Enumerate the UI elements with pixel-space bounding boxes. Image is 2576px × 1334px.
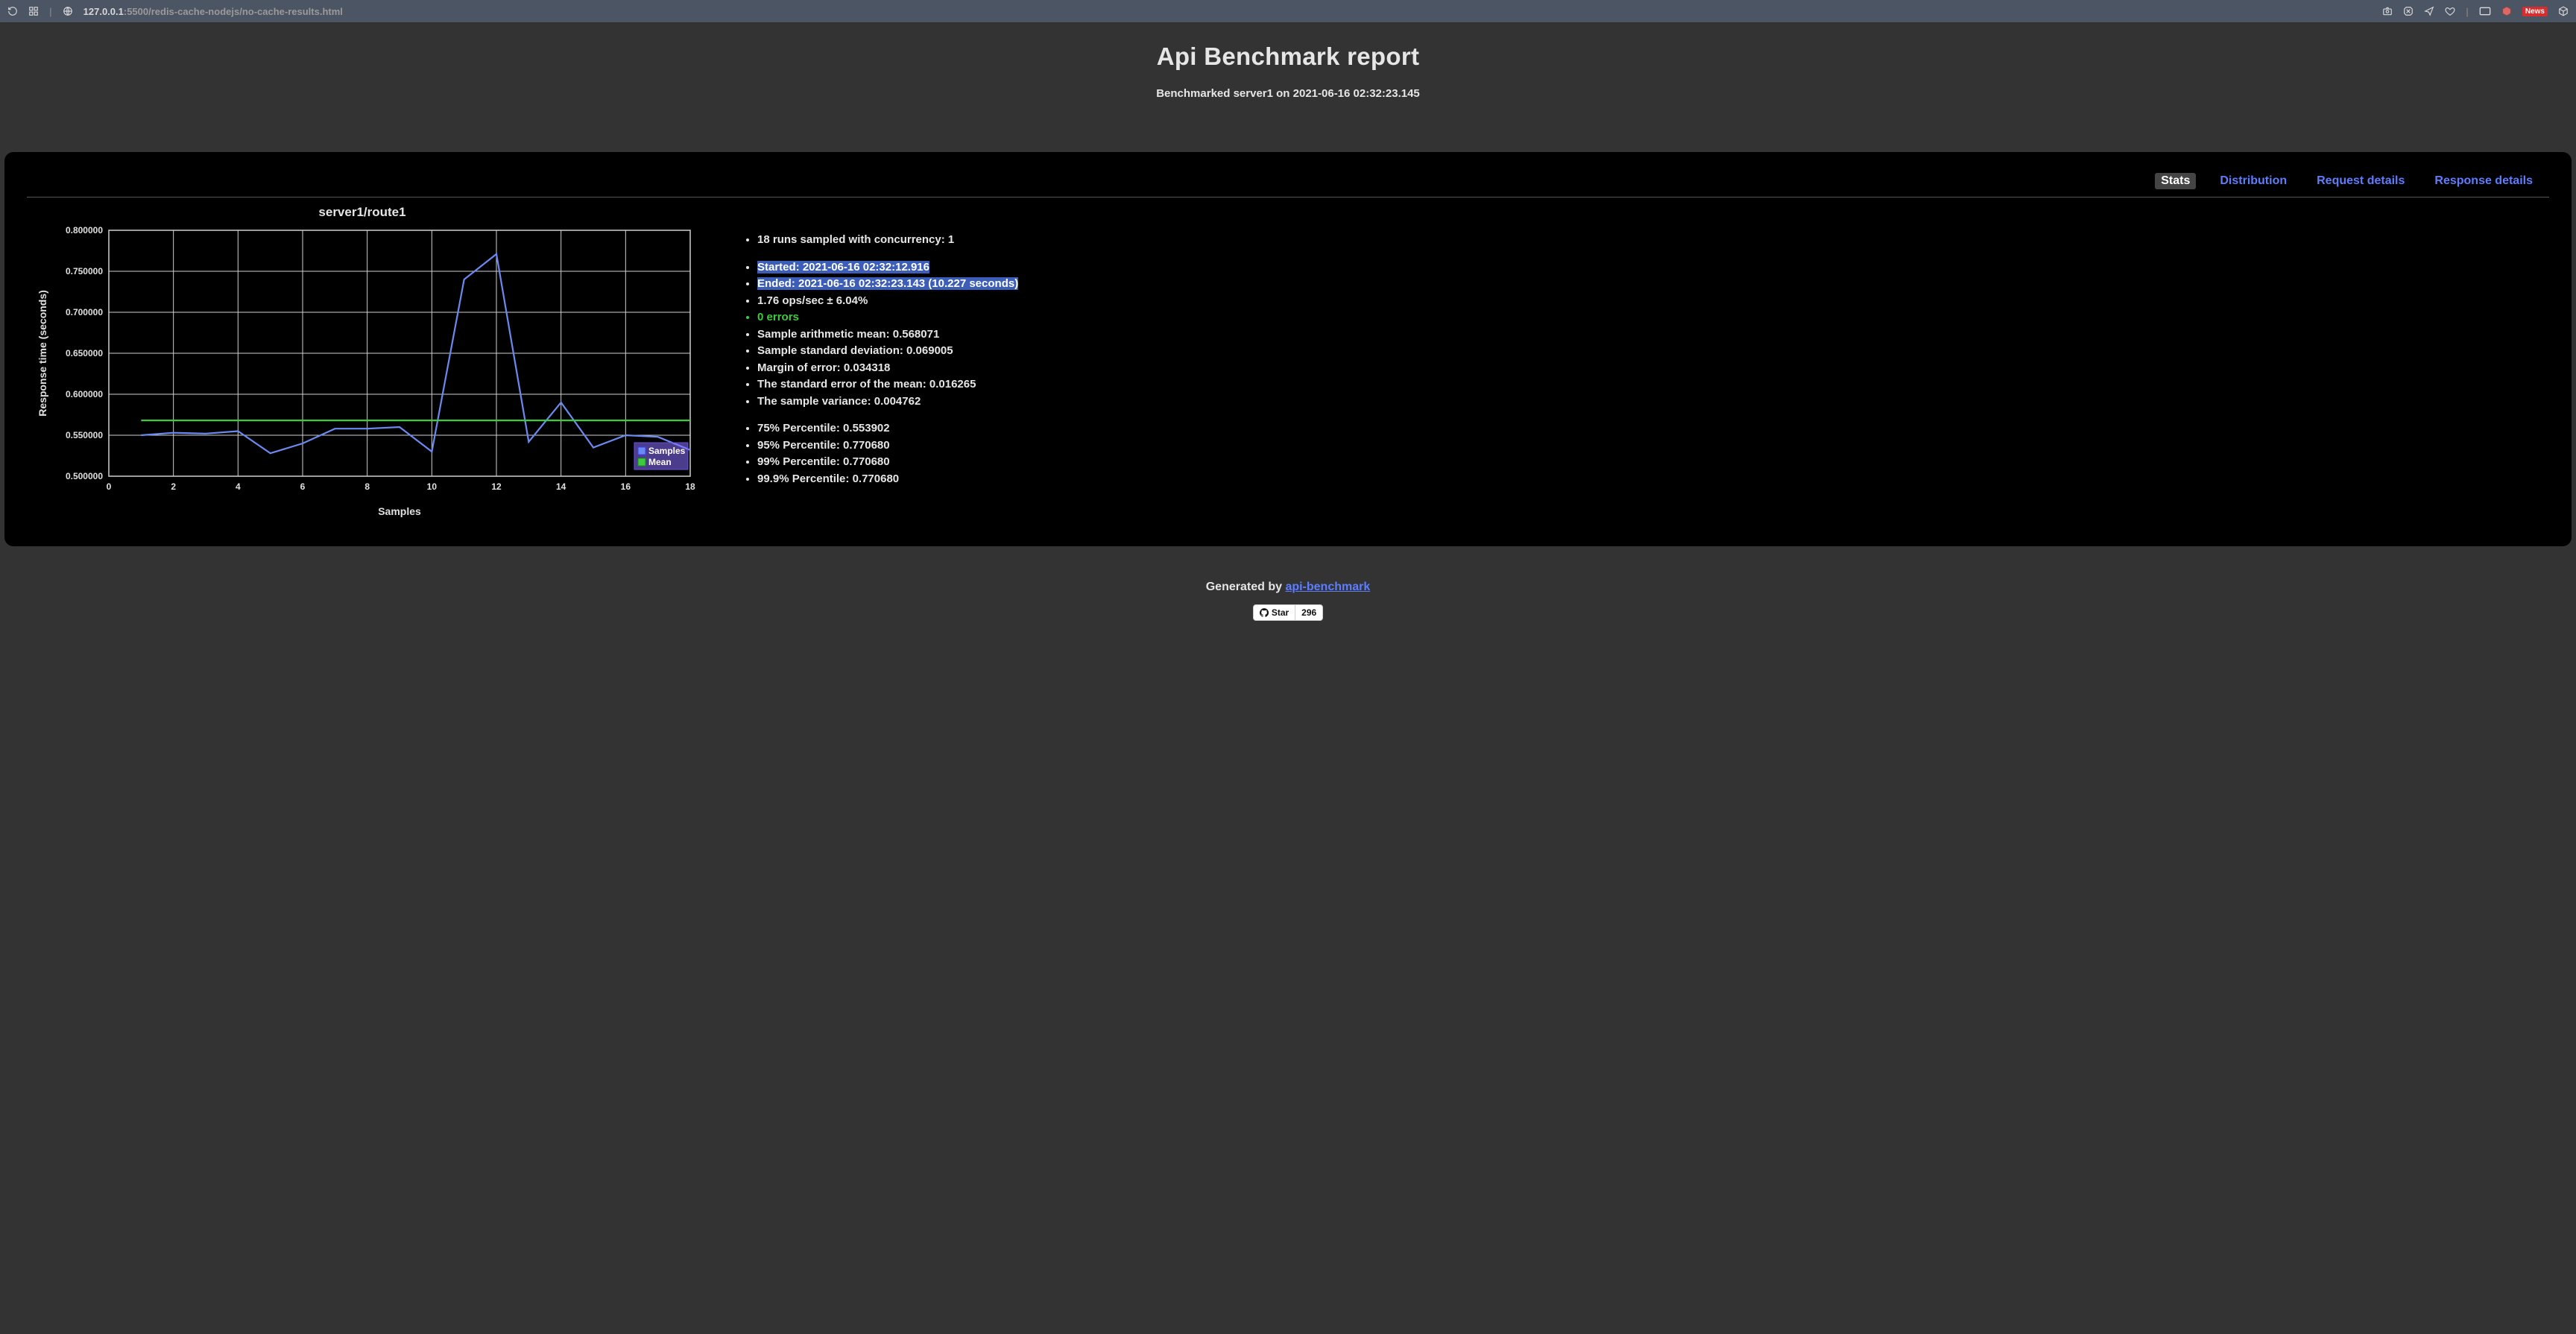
heart-icon[interactable] <box>2445 6 2455 16</box>
block-icon[interactable] <box>2403 6 2414 16</box>
stat-var: The sample variance: 0.004762 <box>757 393 2549 411</box>
stat-p75: 75% Percentile: 0.553902 <box>757 420 2549 437</box>
svg-text:16: 16 <box>621 481 631 492</box>
stats-list-percentiles: 75% Percentile: 0.553902 95% Percentile:… <box>727 420 2549 487</box>
footer-link[interactable]: api-benchmark <box>1285 581 1370 593</box>
address-bar[interactable]: 127.0.0.1:5500/redis-cache-nodejs/no-cac… <box>83 6 343 17</box>
tab-response-details[interactable]: Response details <box>2428 173 2539 189</box>
page-header: Api Benchmark report Benchmarked server1… <box>0 23 2576 107</box>
stat-moe: Margin of error: 0.034318 <box>757 360 2549 377</box>
grid-icon[interactable] <box>28 6 39 16</box>
line-chart: 0 2 4 6 8 10 12 14 16 18 0.500000 0.550000 0.600000 0… <box>27 223 698 528</box>
tab-request-details[interactable]: Request details <box>2311 173 2411 189</box>
browser-toolbar: | 127.0.0.1:5500/redis-cache-nodejs/no-c… <box>0 0 2576 23</box>
svg-text:0.750000: 0.750000 <box>66 266 103 276</box>
github-star-count[interactable]: 296 <box>1295 605 1322 620</box>
github-icon <box>1260 608 1269 617</box>
stat-errors: 0 errors <box>757 309 2549 326</box>
svg-text:0.600000: 0.600000 <box>66 389 103 399</box>
camera-icon[interactable] <box>2382 6 2393 16</box>
page-title: Api Benchmark report <box>0 42 2576 71</box>
svg-text:14: 14 <box>556 481 566 492</box>
stat-ops: 1.76 ops/sec ± 6.04% <box>757 293 2549 310</box>
svg-text:18: 18 <box>685 481 695 492</box>
stats-column: 18 runs sampled with concurrency: 1 Star… <box>727 203 2549 528</box>
tab-distribution[interactable]: Distribution <box>2214 173 2293 189</box>
globe-icon[interactable] <box>63 6 73 16</box>
svg-text:0.800000: 0.800000 <box>66 225 103 235</box>
svg-text:Response time (seconds): Response time (seconds) <box>37 290 48 417</box>
stat-p999: 99.9% Percentile: 0.770680 <box>757 471 2549 488</box>
stat-std: Sample standard deviation: 0.069005 <box>757 343 2549 360</box>
svg-text:12: 12 <box>491 481 502 492</box>
separator: | <box>2466 6 2469 17</box>
url-path: :5500/redis-cache-nodejs/no-cache-result… <box>124 6 343 17</box>
chart-container: server1/route1 0 2 4 6 8 10 12 14 16 18 0.500000 0.… <box>27 203 698 528</box>
svg-text:8: 8 <box>364 481 370 492</box>
svg-text:Mean: Mean <box>648 457 672 467</box>
cube-icon[interactable] <box>2558 6 2569 16</box>
github-star-widget[interactable]: Star 296 <box>1253 604 1323 621</box>
tab-stats[interactable]: Stats <box>2155 173 2196 189</box>
box-color-icon[interactable] <box>2501 6 2512 16</box>
page-subtitle: Benchmarked server1 on 2021-06-16 02:32:… <box>0 87 2576 100</box>
stat-p99: 99% Percentile: 0.770680 <box>757 454 2549 471</box>
news-badge[interactable]: News <box>2522 7 2548 16</box>
svg-text:0.500000: 0.500000 <box>66 471 103 481</box>
tab-bar: Stats Distribution Request details Respo… <box>27 170 2549 197</box>
report-panel: Stats Distribution Request details Respo… <box>4 152 2572 546</box>
svg-text:0.700000: 0.700000 <box>66 307 103 317</box>
stat-ended: Ended: 2021-06-16 02:32:23.143 (10.227 s… <box>757 276 2549 293</box>
stat-sem: The standard error of the mean: 0.016265 <box>757 376 2549 393</box>
stat-runs: 18 runs sampled with concurrency: 1 <box>757 232 2549 249</box>
video-icon[interactable] <box>2479 7 2491 16</box>
svg-text:Samples: Samples <box>378 505 421 517</box>
footer-prefix: Generated by <box>1206 581 1286 593</box>
separator: | <box>49 6 52 17</box>
svg-text:Samples: Samples <box>648 446 686 456</box>
stat-p95: 95% Percentile: 0.770680 <box>757 437 2549 455</box>
send-icon[interactable] <box>2424 6 2434 16</box>
reload-icon[interactable] <box>7 6 18 16</box>
svg-text:2: 2 <box>171 481 176 492</box>
svg-text:0.650000: 0.650000 <box>66 348 103 358</box>
chart-title: server1/route1 <box>27 205 698 220</box>
svg-text:6: 6 <box>300 481 306 492</box>
svg-text:10: 10 <box>427 481 438 492</box>
svg-text:0: 0 <box>107 481 112 492</box>
stats-list-summary: 18 runs sampled with concurrency: 1 <box>727 232 2549 249</box>
stat-started: Started: 2021-06-16 02:32:12.916 <box>757 259 2549 276</box>
github-star-button[interactable]: Star <box>1254 605 1295 620</box>
stats-list-details: Started: 2021-06-16 02:32:12.916 Ended: … <box>727 259 2549 411</box>
url-host: 127.0.0.1 <box>83 6 124 17</box>
svg-text:0.550000: 0.550000 <box>66 430 103 440</box>
svg-text:4: 4 <box>236 481 241 492</box>
stat-mean: Sample arithmetic mean: 0.568071 <box>757 326 2549 344</box>
page-footer: Generated by api-benchmark Star 296 <box>0 581 2576 621</box>
